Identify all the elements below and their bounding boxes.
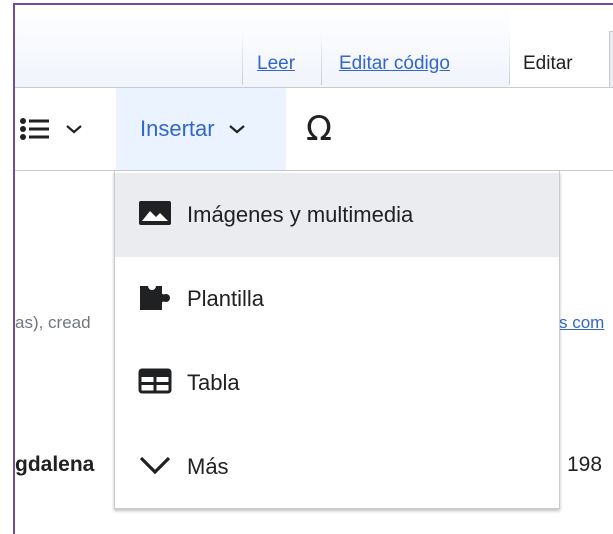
tab-read[interactable]: Leer	[257, 53, 295, 75]
tab-next-edge	[609, 31, 613, 88]
tab-edit-source[interactable]: Editar código	[339, 53, 450, 75]
menu-item-template[interactable]: Plantilla	[115, 257, 559, 341]
editor-toolbar: Insertar Ω	[15, 87, 613, 171]
menu-item-label: Tabla	[187, 370, 240, 395]
menu-item-label: Más	[187, 454, 229, 479]
editor-frame: Leer Editar código Editar Insertar Ω as)…	[13, 3, 613, 534]
article-bold-fragment: gdalena	[15, 453, 95, 476]
menu-item-media[interactable]: Imágenes y multimedia	[115, 173, 559, 257]
menu-item-more[interactable]: Más	[115, 425, 559, 509]
tab-separator	[321, 31, 322, 85]
article-link-fragment[interactable]: s com	[559, 313, 604, 333]
insert-dropdown-menu: Imágenes y multimedia Plantilla Tabla Má…	[114, 171, 560, 509]
page-tabs: Leer Editar código Editar	[15, 5, 613, 88]
article-text-fragment: as), cread	[15, 313, 91, 332]
menu-item-label: Plantilla	[187, 286, 265, 311]
chevron-down-icon	[228, 125, 245, 134]
insert-menu-button[interactable]: Insertar	[116, 88, 286, 170]
bullet-list-icon	[20, 118, 49, 140]
chevron-down-icon	[138, 453, 172, 482]
list-tool-button[interactable]	[19, 88, 105, 170]
puzzle-icon	[138, 282, 172, 317]
insert-label: Insertar	[140, 116, 215, 141]
menu-item-table[interactable]: Tabla	[115, 341, 559, 425]
special-character-button[interactable]: Ω	[306, 88, 366, 170]
chevron-down-icon	[66, 125, 82, 134]
table-icon	[138, 367, 172, 400]
tab-separator	[242, 31, 243, 85]
menu-item-label: Imágenes y multimedia	[187, 202, 414, 227]
omega-icon: Ω	[306, 109, 332, 149]
tab-edit[interactable]: Editar	[523, 53, 573, 75]
tab-separator	[509, 31, 510, 85]
article-number-fragment: 198	[567, 453, 603, 476]
image-icon	[138, 199, 172, 232]
